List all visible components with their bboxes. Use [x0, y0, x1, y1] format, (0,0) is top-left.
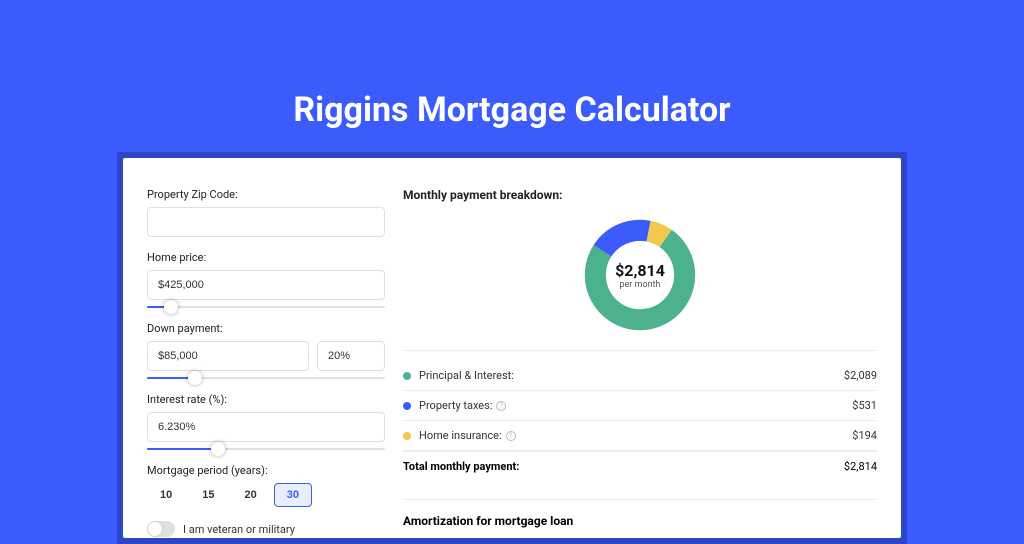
legend-row-insurance: Home insurance: ? $194 [403, 421, 877, 451]
zip-field: Property Zip Code: [147, 188, 385, 237]
period-option-10[interactable]: 10 [147, 483, 185, 507]
legend-value-principal: $2,089 [844, 369, 877, 382]
legend-row-taxes: Property taxes: ? $531 [403, 391, 877, 421]
amortization-section: Amortization for mortgage loan Amortizat… [403, 499, 877, 538]
home-price-input[interactable] [147, 270, 385, 300]
veteran-label: I am veteran or military [183, 523, 295, 536]
calculator-card: Property Zip Code: Home price: Down paym… [123, 158, 901, 538]
breakdown-column: Monthly payment breakdown: $2,814 per mo… [403, 188, 877, 538]
legend-value-taxes: $531 [852, 399, 877, 412]
legend-row-principal: Principal & Interest: $2,089 [403, 361, 877, 391]
home-price-label: Home price: [147, 251, 385, 264]
home-price-slider-thumb[interactable] [164, 300, 178, 314]
zip-label: Property Zip Code: [147, 188, 385, 201]
interest-rate-slider-thumb[interactable] [211, 442, 225, 456]
legend-dot-insurance [403, 432, 411, 440]
donut-chart: $2,814 per month [581, 216, 699, 334]
info-icon[interactable]: ? [496, 401, 506, 411]
interest-rate-field: Interest rate (%): [147, 393, 385, 450]
total-label: Total monthly payment: [403, 460, 844, 473]
down-payment-slider-thumb[interactable] [188, 371, 202, 385]
total-value: $2,814 [844, 460, 877, 473]
legend-label-principal: Principal & Interest: [419, 369, 844, 382]
inputs-column: Property Zip Code: Home price: Down paym… [147, 188, 385, 538]
home-price-slider[interactable] [147, 306, 385, 308]
down-payment-field: Down payment: [147, 322, 385, 379]
donut-amount: $2,814 [615, 261, 665, 280]
mortgage-period-field: Mortgage period (years): 10 15 20 30 [147, 464, 385, 507]
period-option-20[interactable]: 20 [232, 483, 270, 507]
legend-label-taxes: Property taxes: ? [419, 399, 852, 412]
down-payment-percent-input[interactable] [317, 341, 385, 371]
zip-input[interactable] [147, 207, 385, 237]
down-payment-amount-input[interactable] [147, 341, 309, 371]
period-option-30[interactable]: 30 [274, 483, 312, 507]
legend-label-insurance: Home insurance: ? [419, 429, 852, 442]
amortization-text: Amortization for a mortgage loan refers … [403, 536, 877, 538]
amortization-title: Amortization for mortgage loan [403, 514, 877, 528]
period-option-15[interactable]: 15 [189, 483, 227, 507]
donut-sub: per month [619, 280, 660, 290]
donut-chart-wrap: $2,814 per month [403, 216, 877, 334]
interest-rate-input[interactable] [147, 412, 385, 442]
interest-rate-slider[interactable] [147, 448, 385, 450]
home-price-field: Home price: [147, 251, 385, 308]
mortgage-period-options: 10 15 20 30 [147, 483, 385, 507]
card-container: Property Zip Code: Home price: Down paym… [117, 152, 907, 544]
down-payment-label: Down payment: [147, 322, 385, 335]
down-payment-slider[interactable] [147, 377, 385, 379]
interest-rate-label: Interest rate (%): [147, 393, 385, 406]
veteran-toggle-row: I am veteran or military [147, 521, 385, 537]
legend-dot-principal [403, 372, 411, 380]
page-title: Riggins Mortgage Calculator [0, 0, 1024, 152]
legend-value-insurance: $194 [852, 429, 877, 442]
donut-center: $2,814 per month [581, 216, 699, 334]
info-icon[interactable]: ? [506, 431, 516, 441]
legend-dot-taxes [403, 402, 411, 410]
veteran-toggle[interactable] [147, 521, 175, 537]
mortgage-period-label: Mortgage period (years): [147, 464, 385, 477]
divider [403, 350, 877, 351]
breakdown-title: Monthly payment breakdown: [403, 188, 877, 202]
legend-row-total: Total monthly payment: $2,814 [403, 451, 877, 481]
